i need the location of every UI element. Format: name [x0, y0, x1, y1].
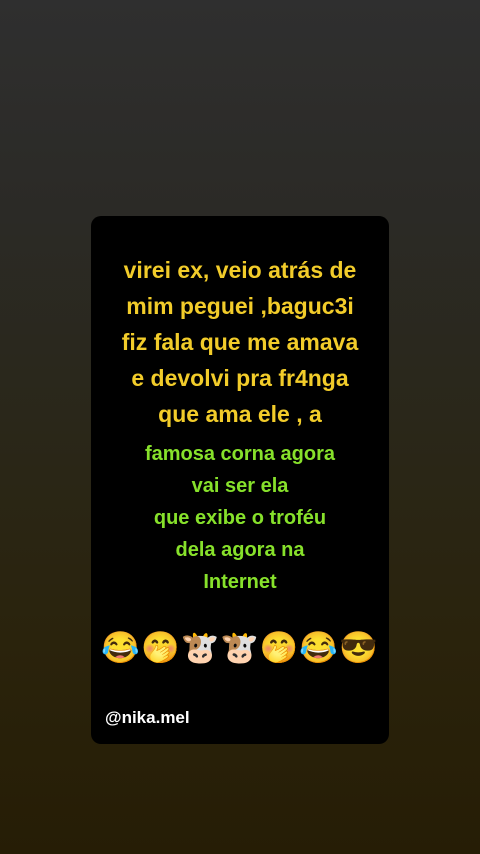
emoji-row: 😂🤭🐮🐮🤭😂😎 [101, 630, 379, 665]
caption-line: vai ser ela [191, 475, 289, 497]
caption-line: mim peguei ,baguc3i [126, 293, 354, 319]
caption-line: Internet [203, 571, 277, 593]
username-handle[interactable]: @nika.mel [105, 708, 190, 728]
caption-line: dela agora na [175, 539, 305, 561]
caption-line: fiz fala que me amava [121, 329, 359, 355]
caption-line: famosa corna agora [144, 443, 336, 465]
story-card: virei ex, veio atrás de mim peguei ,bagu… [91, 216, 389, 744]
caption-yellow: virei ex, veio atrás de mim peguei ,bagu… [91, 252, 389, 432]
caption-line: que ama ele , a [158, 401, 322, 427]
caption-line: virei ex, veio atrás de [123, 257, 357, 283]
caption-green: famosa corna agora vai ser ela que exibe… [91, 438, 389, 598]
caption-line: que exibe o troféu [153, 507, 327, 529]
caption-line: e devolvi pra fr4nga [131, 365, 349, 391]
